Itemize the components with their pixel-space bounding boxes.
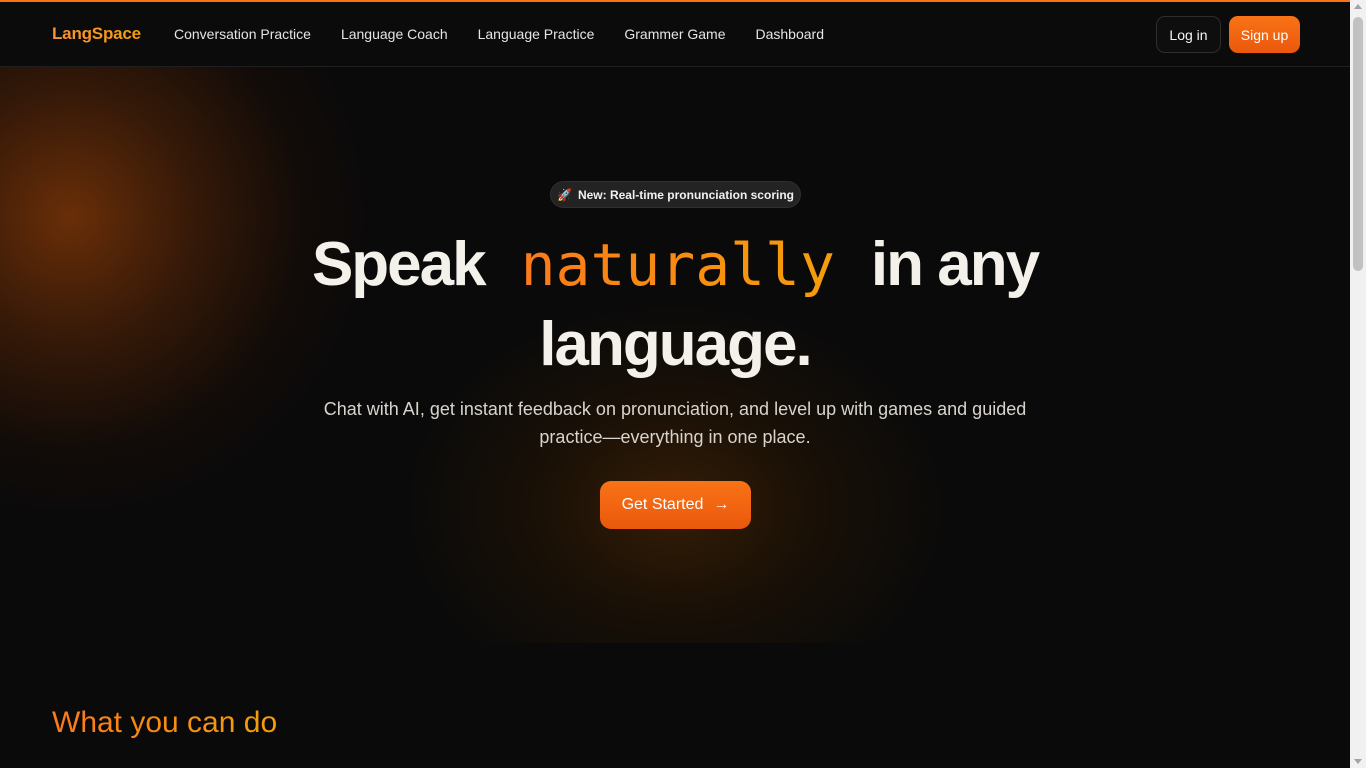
top-accent-bar (0, 0, 1350, 2)
hero-headline: Speak naturally in any language. (0, 225, 1350, 385)
rocket-icon: 🚀 (557, 187, 572, 202)
page-scrollbar[interactable] (1350, 0, 1366, 768)
announcement-badge: 🚀 New: Real-time pronunciation scoring (550, 181, 801, 208)
hero-subtitle: Chat with AI, get instant feedback on pr… (300, 395, 1050, 451)
get-started-button[interactable]: Get Started → (600, 481, 751, 529)
nav-item-language-coach[interactable]: Language Coach (341, 26, 448, 42)
features-section-title: What you can do (52, 706, 278, 739)
get-started-label: Get Started (621, 496, 704, 513)
subtitle-line-1: Chat with AI, get instant feedback on pr… (323, 399, 1027, 419)
nav-links: Conversation Practice Language Coach Lan… (174, 26, 824, 42)
nav-item-dashboard[interactable]: Dashboard (756, 26, 825, 42)
scrollbar-thumb[interactable] (1353, 17, 1363, 271)
nav-item-language-practice[interactable]: Language Practice (478, 26, 595, 42)
scroll-down-arrow-icon[interactable] (1354, 759, 1362, 764)
subtitle-line-2: practice—everything in one place. (539, 427, 811, 447)
scroll-up-arrow-icon[interactable] (1354, 4, 1362, 9)
login-button[interactable]: Log in (1156, 16, 1221, 53)
navbar: LangSpace Conversation Practice Language… (0, 2, 1350, 67)
nav-item-conversation-practice[interactable]: Conversation Practice (174, 26, 311, 42)
logo[interactable]: LangSpace (52, 24, 141, 44)
signup-button[interactable]: Sign up (1229, 16, 1300, 53)
headline-mid: in any (870, 230, 1040, 299)
arrow-right-icon: → (713, 496, 730, 513)
hero-section: 🚀 New: Real-time pronunciation scoring S… (0, 67, 1350, 643)
page: LangSpace Conversation Practice Language… (0, 0, 1366, 768)
badge-text: New: Real-time pronunciation scoring (577, 187, 794, 202)
headline-accent-word: naturally (520, 231, 835, 299)
headline-start: Speak (311, 230, 487, 299)
headline-end: language. (539, 310, 812, 379)
nav-item-grammer-game[interactable]: Grammer Game (624, 26, 725, 42)
